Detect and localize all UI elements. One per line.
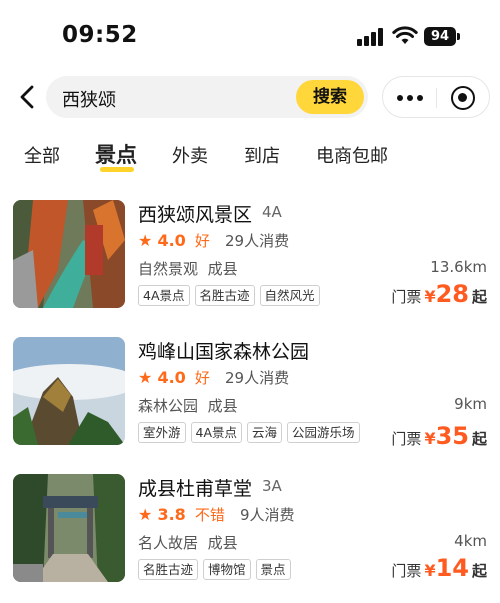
tag: 自然风光 [259,285,320,306]
scenic-level: 3A [262,477,282,495]
tag: 博物馆 [203,559,251,580]
tag-list: 室外游 4A景点 云海 公园游乐场 [138,422,365,444]
category-area: 森林公园 成县 [138,397,238,415]
search-query[interactable]: 西狭颂 [62,86,116,112]
wifi-icon [392,26,418,44]
result-title[interactable]: 鸡峰山国家森林公园 [138,337,309,364]
result-thumbnail [13,200,125,308]
result-title[interactable]: 成县杜甫草堂 [138,474,252,501]
tag: 名胜古迹 [194,285,255,306]
rating: ★ 3.8 不错 9人消费 [138,505,295,524]
tag: 室外游 [138,422,186,443]
ticket-price[interactable]: 门票 ¥14 起 [391,554,487,584]
result-thumbnail [13,474,125,582]
distance: 4km [454,532,487,550]
result-card[interactable]: 西狭颂风景区 4A ★ 4.0 好 29人消费 自然景观 成县 13.6km 4… [0,200,500,330]
signal-icon [357,28,385,46]
tag: 4A景点 [138,285,190,306]
category-area: 自然景观 成县 [138,260,238,278]
status-bar: 09:52 94 [0,0,500,70]
battery-icon: 94 [424,27,456,46]
tag: 名胜古迹 [138,559,199,580]
result-thumbnail [13,337,125,445]
star-icon: ★ [138,368,153,387]
category-tabs: 全部 景点 外卖 到店 电商包邮 [0,142,500,178]
tag: 景点 [255,559,291,580]
capsule-divider [436,88,437,108]
more-icon[interactable] [395,91,427,105]
distance: 13.6km [430,258,487,276]
search-button[interactable]: 搜索 [296,80,364,114]
result-card[interactable]: 成县杜甫草堂 3A ★ 3.8 不错 9人消费 名人故居 成县 4km 名胜古迹… [0,474,500,603]
result-title[interactable]: 西狭颂风景区 [138,200,252,227]
tab-scenic[interactable]: 景点 [95,139,137,169]
tab-takeout[interactable]: 外卖 [172,142,208,168]
tab-ecommerce[interactable]: 电商包邮 [316,142,388,168]
ticket-price[interactable]: 门票 ¥28 起 [391,280,487,310]
active-tab-indicator [100,167,134,172]
ticket-price[interactable]: 门票 ¥35 起 [391,422,487,452]
tab-all[interactable]: 全部 [24,142,60,168]
search-input[interactable]: 西狭颂 搜索 [46,76,368,118]
result-card[interactable]: 鸡峰山国家森林公园 ★ 4.0 好 29人消费 森林公园 成县 9km 室外游 4… [0,337,500,467]
tag-list: 4A景点 名胜古迹 自然风光 [138,285,325,307]
rating: ★ 4.0 好 29人消费 [138,231,290,250]
tag: 云海 [247,422,283,443]
back-icon[interactable] [14,80,42,114]
tag: 4A景点 [190,422,243,443]
tab-in-store[interactable]: 到店 [244,142,280,168]
status-time: 09:52 [62,22,138,48]
category-area: 名人故居 成县 [138,534,238,552]
distance: 9km [454,395,487,413]
battery-tip [457,33,460,40]
scenic-level: 4A [262,203,282,221]
close-mini-program-icon[interactable] [451,86,475,110]
tag: 公园游乐场 [287,422,360,443]
star-icon: ★ [138,505,153,524]
rating: ★ 4.0 好 29人消费 [138,368,290,387]
mini-program-capsule [382,76,490,118]
star-icon: ★ [138,231,153,250]
tag-list: 名胜古迹 博物馆 景点 [138,559,296,581]
